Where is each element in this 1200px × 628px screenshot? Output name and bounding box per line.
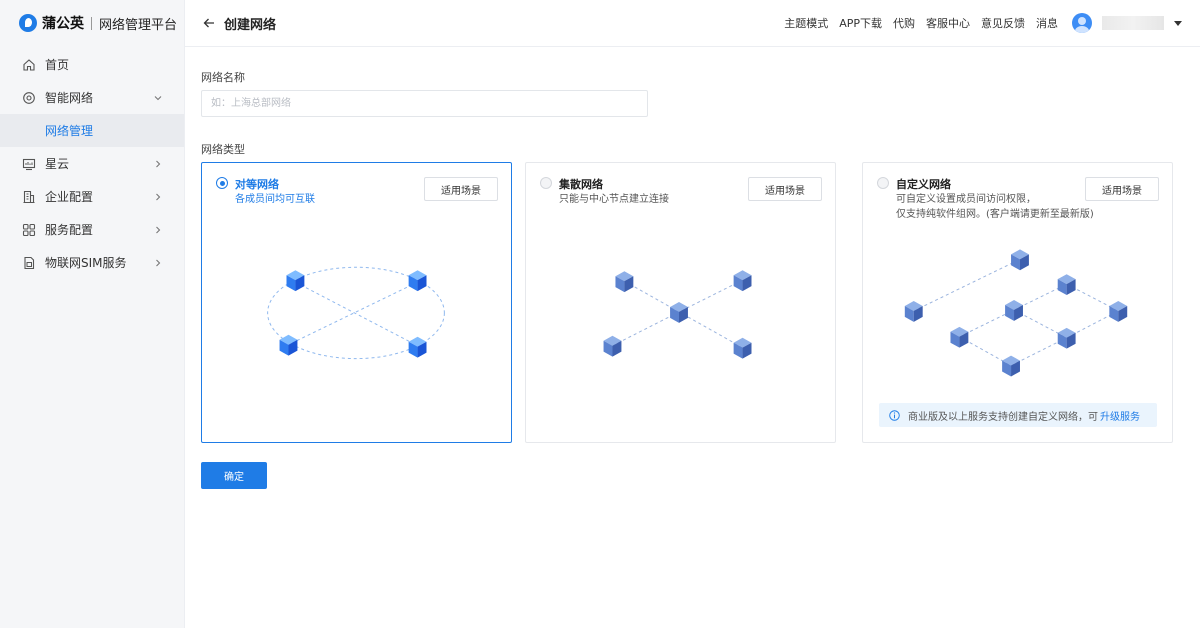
network-type-card-peer[interactable]: 对等网络 各成员间均可互联 适用场景 xyxy=(201,162,512,443)
caret-down-icon[interactable] xyxy=(1174,20,1182,26)
network-name-input[interactable] xyxy=(201,90,648,117)
chevron-right-icon xyxy=(152,191,164,203)
sidebar-item-enterprise-config[interactable]: 企业配置 xyxy=(0,180,184,213)
sidebar-item-label: 星云 xyxy=(45,157,70,171)
card-title: 自定义网络 xyxy=(896,178,951,191)
top-header: 创建网络 主题模式 APP下载 代购 客服中心 意见反馈 消息 xyxy=(185,0,1200,47)
sidebar-nav: 首页 智能网络 网络管理 星云 企业配置 服务配置 物联网SIM服务 xyxy=(0,48,184,279)
upgrade-notice: 商业版及以上服务支持创建自定义网络，可 升级服务 xyxy=(879,403,1157,427)
header-actions: 主题模式 APP下载 代购 客服中心 意见反馈 消息 xyxy=(773,0,1200,46)
sidebar-item-label: 物联网SIM服务 xyxy=(45,256,127,270)
brand-divider xyxy=(91,16,92,30)
sidebar-item-label: 智能网络 xyxy=(45,91,94,105)
header-link-feedback[interactable]: 意见反馈 xyxy=(981,15,1025,31)
card-desc: 各成员间均可互联 xyxy=(235,194,315,205)
sidebar-item-network-management[interactable]: 网络管理 xyxy=(0,114,184,147)
grid-icon xyxy=(22,223,36,237)
sidebar-item-label: 企业配置 xyxy=(45,190,94,204)
sidebar-item-nebula[interactable]: 星云 xyxy=(0,147,184,180)
card-title: 集散网络 xyxy=(559,178,603,191)
network-type-card-custom[interactable]: 自定义网络 可自定义设置成员间访问权限， 仅支持纯软件组网。(客户端请更新至最新… xyxy=(862,162,1173,443)
sidebar-item-smart-network[interactable]: 智能网络 xyxy=(0,81,184,114)
header-link-theme[interactable]: 主题模式 xyxy=(784,15,828,31)
radio-peer[interactable] xyxy=(216,177,228,189)
sidebar-item-home[interactable]: 首页 xyxy=(0,48,184,81)
chevron-right-icon xyxy=(152,224,164,236)
info-icon xyxy=(889,409,900,421)
header-link-support[interactable]: 客服中心 xyxy=(926,15,970,31)
network-type-card-hub[interactable]: 集散网络 只能与中心节点建立连接 适用场景 xyxy=(525,162,836,443)
card-title: 对等网络 xyxy=(235,178,279,191)
sidebar: 蒲公英 网络管理平台 首页 智能网络 网络管理 星云 企业配置 服务配置 物联网… xyxy=(0,0,185,628)
chevron-down-icon xyxy=(152,92,164,104)
header-link-messages[interactable]: 消息 xyxy=(1036,15,1058,31)
header-link-app-download[interactable]: APP下载 xyxy=(839,15,882,31)
home-icon xyxy=(22,58,36,72)
card-desc-line1: 可自定义设置成员间访问权限， xyxy=(896,194,1036,205)
brand[interactable]: 蒲公英 网络管理平台 xyxy=(0,0,184,46)
network-type-label: 网络类型 xyxy=(201,143,245,156)
sidebar-item-service-config[interactable]: 服务配置 xyxy=(0,213,184,246)
brand-subtitle: 网络管理平台 xyxy=(99,17,178,33)
use-case-button[interactable]: 适用场景 xyxy=(748,177,822,201)
card-desc: 可自定义设置成员间访问权限， 仅支持纯软件组网。(客户端请更新至最新版) xyxy=(896,192,1096,222)
building-icon xyxy=(22,190,36,204)
network-name-label: 网络名称 xyxy=(201,71,245,84)
username-blurred[interactable] xyxy=(1102,16,1164,30)
page-title: 创建网络 xyxy=(224,17,277,33)
chevron-right-icon xyxy=(152,158,164,170)
card-desc-line2: 仅支持纯软件组网。(客户端请更新至最新版) xyxy=(896,209,1094,220)
confirm-button[interactable]: 确定 xyxy=(201,462,267,489)
brand-name: 蒲公英 xyxy=(42,16,84,32)
radio-hub[interactable] xyxy=(540,177,552,189)
network-icon xyxy=(22,91,36,105)
notice-text: 商业版及以上服务支持创建自定义网络，可 xyxy=(908,411,1098,423)
dandelion-logo-icon xyxy=(19,14,37,32)
sim-icon xyxy=(22,256,36,270)
sidebar-item-iot-sim[interactable]: 物联网SIM服务 xyxy=(0,246,184,279)
use-case-button[interactable]: 适用场景 xyxy=(424,177,498,201)
cloud-icon xyxy=(22,157,36,171)
chevron-right-icon xyxy=(152,257,164,269)
card-desc: 只能与中心节点建立连接 xyxy=(559,194,669,205)
upgrade-service-link[interactable]: 升级服务 xyxy=(1100,408,1140,423)
sidebar-item-label: 服务配置 xyxy=(45,223,94,237)
radio-custom[interactable] xyxy=(877,177,889,189)
avatar[interactable] xyxy=(1072,13,1092,33)
back-arrow-icon[interactable] xyxy=(202,16,216,30)
sidebar-item-label: 首页 xyxy=(45,58,70,72)
use-case-button[interactable]: 适用场景 xyxy=(1085,177,1159,201)
header-link-purchase[interactable]: 代购 xyxy=(893,15,915,31)
